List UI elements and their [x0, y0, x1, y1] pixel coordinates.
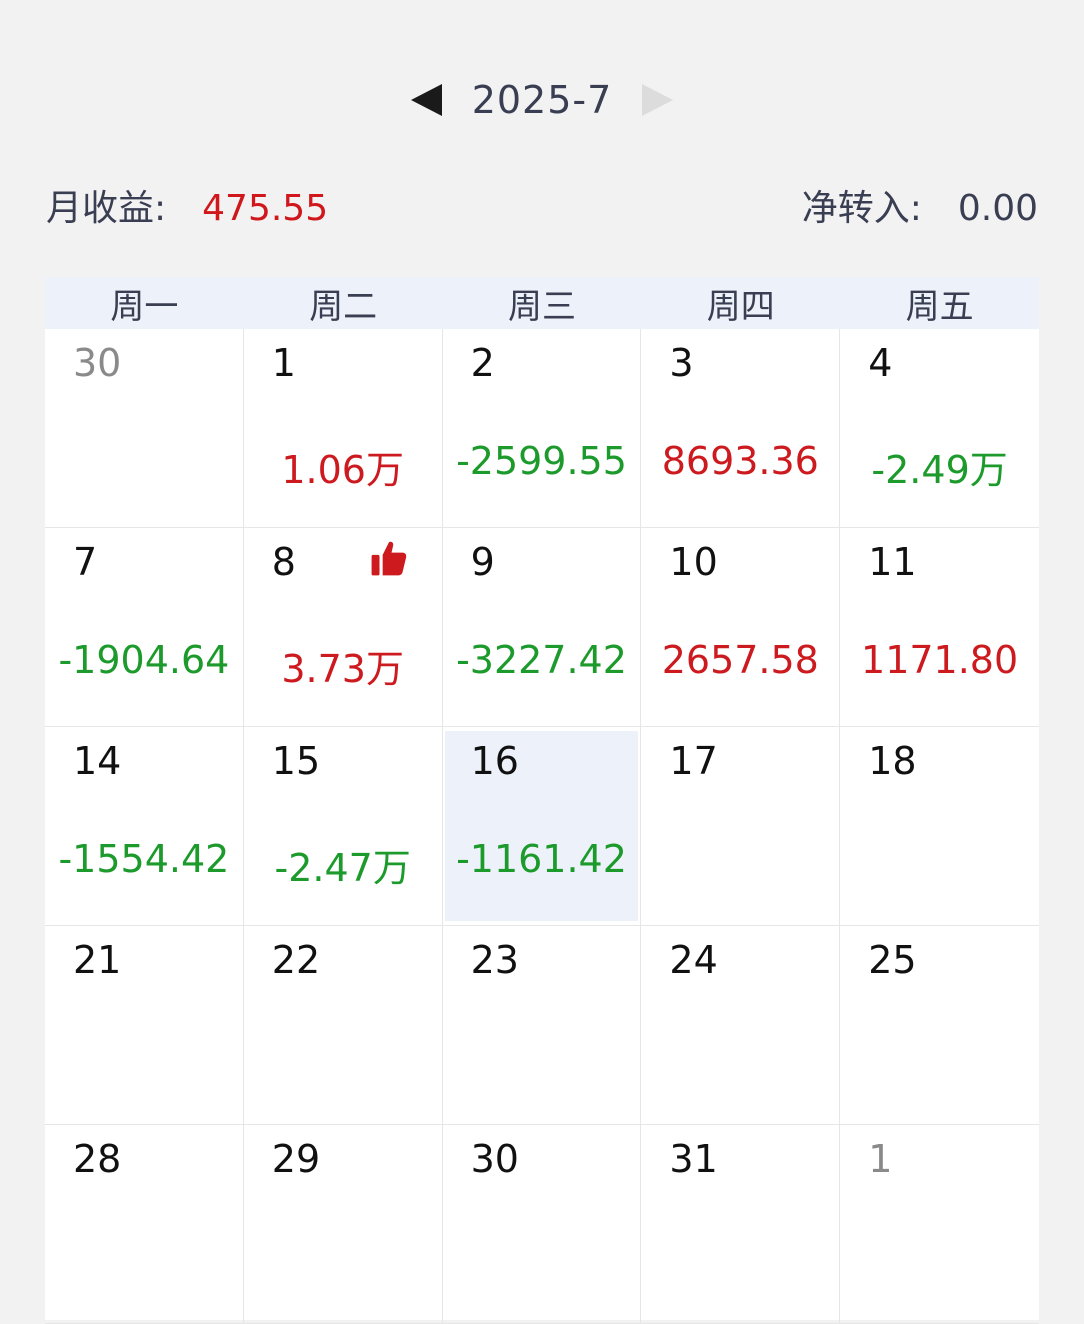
day-number: 9 [470, 540, 495, 584]
day-number: 14 [73, 739, 122, 783]
day-number: 31 [669, 1137, 718, 1181]
day-pnl: -1161.42 [456, 837, 627, 881]
net-transfer-label: 净转入: [801, 188, 922, 229]
day-number: 30 [73, 341, 122, 385]
day-number: 7 [73, 540, 98, 584]
calendar-day-cell[interactable]: 30 [45, 329, 244, 528]
day-number: 15 [271, 739, 321, 783]
calendar-day-cell[interactable]: 15 -2.47万 [243, 727, 443, 926]
calendar-day-cell[interactable]: 10 2657.58 [641, 528, 841, 727]
day-pnl: 8693.36 [661, 439, 819, 483]
calendar-day-cell[interactable]: 22 [243, 926, 443, 1125]
calendar-day-cell[interactable]: 1 [840, 1125, 1039, 1324]
calendar-grid: 30 1 1.06万 2 -2599.55 3 8693.36 4 -2.49万… [45, 329, 1039, 1324]
weekday-header: 周一 周二 周三 周四 周五 [45, 277, 1039, 329]
weekday-thu: 周四 [706, 286, 775, 327]
calendar-day-cell[interactable]: 18 [840, 727, 1039, 926]
calendar-day-cell[interactable]: 25 [840, 926, 1039, 1125]
day-number: 28 [73, 1137, 122, 1181]
next-month-button[interactable] [642, 84, 674, 116]
day-number: 25 [868, 938, 917, 982]
day-number: 24 [669, 938, 718, 982]
monthly-profit-label: 月收益: [46, 188, 167, 229]
weekday-wed: 周三 [507, 286, 576, 327]
calendar-day-cell[interactable]: 24 [641, 926, 841, 1125]
calendar-day-cell[interactable]: 4 -2.49万 [840, 329, 1039, 528]
day-pnl: -2.47万 [274, 846, 411, 890]
day-pnl: 2657.58 [661, 638, 819, 682]
prev-month-button[interactable] [410, 84, 442, 116]
calendar-day-cell[interactable]: 29 [243, 1125, 443, 1324]
calendar-day-cell[interactable]: 28 [45, 1125, 244, 1324]
net-transfer: 净转入: 0.00 [802, 179, 1038, 231]
weekday-mon: 周一 [110, 286, 179, 327]
calendar-day-cell[interactable]: 23 [442, 926, 642, 1125]
pnl-calendar: 周一 周二 周三 周四 周五 30 1 1.06万 2 -2599.55 3 8… [45, 277, 1039, 1324]
month-navigator: 2025-7 [0, 72, 1084, 128]
day-number: 18 [868, 739, 917, 783]
day-number: 10 [669, 540, 718, 584]
calendar-day-cell[interactable]: 9 -3227.42 [442, 528, 642, 727]
day-number: 30 [470, 1137, 519, 1181]
day-number: 29 [271, 1137, 321, 1181]
current-month-label: 2025-7 [471, 78, 613, 122]
calendar-day-cell[interactable]: 3 8693.36 [641, 329, 841, 528]
day-number: 22 [271, 938, 321, 982]
thumbs-up-icon [371, 541, 406, 576]
weekday-tue: 周二 [309, 286, 378, 327]
net-transfer-value: 0.00 [957, 188, 1038, 229]
day-number: 8 [271, 540, 296, 584]
calendar-day-cell[interactable]: 8 3.73万 [243, 528, 443, 727]
day-pnl: 1171.80 [861, 638, 1019, 682]
calendar-day-cell[interactable]: 7 -1904.64 [45, 528, 244, 727]
day-pnl: -2.49万 [871, 448, 1008, 492]
calendar-day-cell[interactable]: 17 [641, 727, 841, 926]
weekday-fri: 周五 [905, 286, 974, 327]
day-number: 11 [868, 540, 917, 584]
day-pnl: 3.73万 [281, 647, 404, 691]
calendar-day-cell[interactable]: 30 [442, 1125, 642, 1324]
day-number: 3 [669, 341, 694, 385]
monthly-summary: 月收益: 475.55 净转入: 0.00 [46, 178, 1038, 232]
day-number: 1 [868, 1137, 893, 1181]
calendar-day-cell[interactable]: 1 1.06万 [243, 329, 443, 528]
day-pnl: 1.06万 [281, 448, 404, 492]
day-pnl: -3227.42 [456, 638, 627, 682]
monthly-profit: 月收益: 475.55 [46, 179, 328, 231]
calendar-day-cell[interactable]: 31 [641, 1125, 841, 1324]
day-number: 4 [868, 341, 893, 385]
calendar-day-cell-selected[interactable]: 16 -1161.42 [442, 727, 642, 926]
day-number: 17 [669, 739, 718, 783]
calendar-day-cell[interactable]: 14 -1554.42 [45, 727, 244, 926]
day-number: 2 [470, 341, 495, 385]
monthly-profit-value: 475.55 [202, 188, 329, 229]
calendar-day-cell[interactable]: 11 1171.80 [840, 528, 1039, 727]
day-pnl: -1554.42 [58, 837, 230, 881]
day-pnl: -2599.55 [456, 439, 627, 483]
calendar-day-cell[interactable]: 21 [45, 926, 244, 1125]
day-number: 16 [470, 739, 519, 783]
day-number: 23 [470, 938, 519, 982]
day-pnl: -1904.64 [58, 638, 230, 682]
day-number: 21 [73, 938, 122, 982]
day-number: 1 [271, 341, 296, 385]
calendar-day-cell[interactable]: 2 -2599.55 [442, 329, 642, 528]
